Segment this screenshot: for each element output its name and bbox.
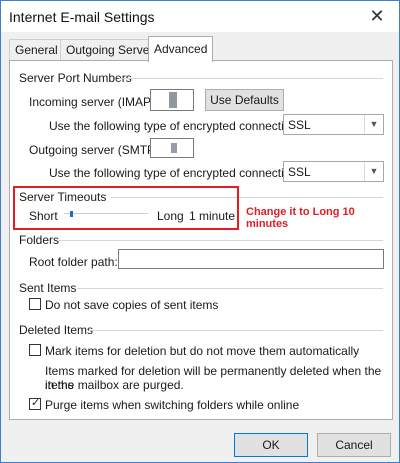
purge-items-label: Purge items when switching folders while… — [45, 398, 300, 412]
incoming-port-input[interactable] — [150, 89, 194, 111]
root-folder-input[interactable] — [118, 249, 384, 269]
chevron-down-icon[interactable]: ▼ — [364, 115, 383, 134]
section-title-server-ports: Server Port Numbers — [19, 71, 132, 85]
use-defaults-button[interactable]: Use Defaults — [205, 89, 284, 111]
outgoing-encryption-select[interactable]: SSL ▼ — [283, 161, 384, 182]
cancel-button[interactable]: Cancel — [317, 433, 391, 457]
divider — [57, 240, 383, 241]
divider — [89, 330, 383, 331]
tab-advanced[interactable]: Advanced — [148, 36, 214, 62]
section-title-folders: Folders — [19, 233, 60, 247]
incoming-server-label: Incoming server (IMAP): — [29, 95, 159, 109]
deletion-note-line2: in the mailbox are purged. — [45, 378, 184, 392]
window-title: Internet E-mail Settings — [9, 9, 155, 25]
section-title-deleted-items: Deleted Items — [19, 323, 94, 337]
dialog-window: Internet E-mail Settings ✕ General Outgo… — [0, 0, 400, 463]
dont-save-sent-label: Do not save copies of sent items — [45, 298, 219, 312]
section-title-sent-items: Sent Items — [19, 281, 77, 295]
chevron-down-icon[interactable]: ▼ — [364, 162, 383, 181]
tab-general[interactable]: General — [9, 39, 64, 61]
title-bar: Internet E-mail Settings ✕ — [1, 1, 399, 32]
root-folder-label: Root folder path: — [29, 255, 118, 269]
divider — [77, 288, 383, 289]
outgoing-server-label: Outgoing server (SMTP): — [29, 143, 163, 157]
annotation-highlight-box — [13, 186, 239, 230]
outgoing-encryption-label: Use the following type of encrypted conn… — [49, 166, 301, 180]
divider — [119, 78, 383, 79]
close-icon[interactable]: ✕ — [365, 5, 389, 27]
mark-for-deletion-checkbox[interactable] — [29, 344, 41, 356]
mark-for-deletion-label: Mark items for deletion but do not move … — [45, 344, 360, 358]
annotation-text: Change it to Long 10 minutes — [246, 206, 355, 230]
checkmark-icon: ✓ — [31, 397, 41, 409]
ok-button[interactable]: OK — [234, 433, 308, 457]
tab-outgoing-server[interactable]: Outgoing Server — [60, 39, 160, 61]
outgoing-encryption-value: SSL — [288, 165, 311, 179]
purge-items-checkbox[interactable]: ✓ — [29, 397, 41, 410]
incoming-encryption-select[interactable]: SSL ▼ — [283, 114, 384, 135]
incoming-encryption-label: Use the following type of encrypted conn… — [49, 119, 301, 133]
outgoing-port-input[interactable] — [150, 138, 194, 158]
incoming-encryption-value: SSL — [288, 118, 311, 132]
redacted-port-value — [171, 143, 177, 153]
dont-save-sent-checkbox[interactable] — [29, 298, 41, 310]
redacted-port-value — [169, 92, 177, 108]
